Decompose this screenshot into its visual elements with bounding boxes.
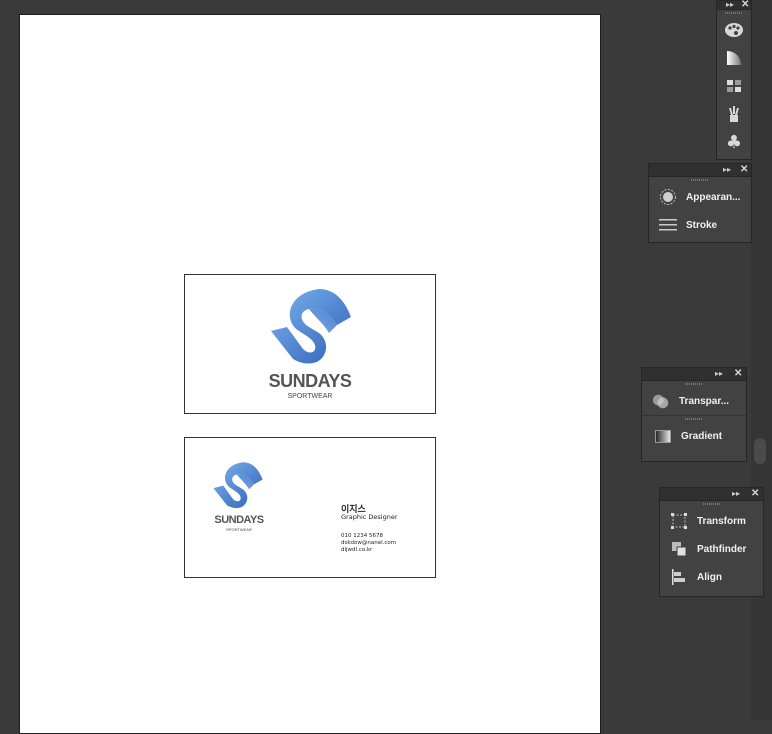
appearance-stroke-panel: ▸▸ ✕ Appearan... Stroke <box>648 163 752 243</box>
panel-tab-pathfinder[interactable]: Pathfinder <box>660 535 763 563</box>
pathfinder-icon <box>670 541 688 557</box>
pathfinder-label: Pathfinder <box>697 543 747 555</box>
align-label: Align <box>697 571 722 583</box>
close-icon[interactable]: ✕ <box>751 488 759 500</box>
website: dljwdl.co.kr <box>341 547 373 553</box>
close-icon[interactable]: ✕ <box>740 164 748 176</box>
gradient-icon <box>654 428 672 444</box>
close-icon[interactable]: ✕ <box>734 368 742 380</box>
transparency-gradient-panel: ▸▸ ✕ Transpar... Gradient <box>641 367 747 462</box>
business-card-front[interactable]: SUNDAYS SPORTWEAR <box>184 274 436 414</box>
gradient-swatch-icon[interactable] <box>717 44 751 72</box>
club-symbol-icon[interactable]: ♣ <box>717 128 751 156</box>
panel-header: ▸▸ ✕ <box>642 368 746 381</box>
align-icon <box>670 569 688 585</box>
panel-header: ▸▸ ✕ <box>717 0 751 10</box>
vertical-scrollbar[interactable] <box>751 0 772 720</box>
brand-tagline-small: SPORTWEAR <box>226 527 252 532</box>
tool-strip-panel: ▸▸ ✕ ♣ <box>716 0 752 160</box>
brand-name-small: SUNDAYS <box>214 514 264 526</box>
swatch-grid-icon[interactable] <box>717 72 751 100</box>
panel-tab-transform[interactable]: Transform <box>660 507 763 535</box>
brand-name: SUNDAYS <box>268 371 352 391</box>
stroke-icon <box>659 217 677 233</box>
brush-icon[interactable] <box>717 100 751 128</box>
email-address: dskdow@nanel.com <box>341 540 397 546</box>
panel-tab-stroke[interactable]: Stroke <box>649 211 751 239</box>
appearance-label: Appearan... <box>686 191 741 203</box>
collapse-icon[interactable]: ▸▸ <box>732 488 740 500</box>
panel-tab-gradient[interactable]: Gradient <box>642 422 746 450</box>
panel-grip[interactable] <box>642 415 746 422</box>
business-card-back[interactable]: SUNDAYS SPORTWEAR 이지스 Graphic Designer 0… <box>184 437 436 578</box>
scrollbar-thumb[interactable] <box>754 438 766 464</box>
panel-tab-transparency[interactable]: Transpar... <box>642 387 746 415</box>
panel-header: ▸▸ ✕ <box>660 488 763 501</box>
brand-tagline: SPORTWEAR <box>287 393 333 400</box>
panel-tab-appearance[interactable]: Appearan... <box>649 183 751 211</box>
palette-icon[interactable] <box>717 16 751 44</box>
transparency-label: Transpar... <box>679 395 730 407</box>
panel-tab-align[interactable]: Align <box>660 563 763 591</box>
panel-grip[interactable] <box>717 10 751 16</box>
gradient-label: Gradient <box>681 430 723 442</box>
collapse-icon[interactable]: ▸▸ <box>723 164 731 176</box>
transform-icon <box>670 513 688 529</box>
appearance-icon <box>659 189 677 205</box>
stroke-label: Stroke <box>686 219 718 231</box>
transparency-icon <box>652 393 670 409</box>
collapse-icon[interactable]: ▸▸ <box>715 368 723 380</box>
transform-pathfinder-align-panel: ▸▸ ✕ Transform Pathfinder Align <box>659 487 764 597</box>
sundays-logo-small <box>213 462 263 509</box>
panel-header: ▸▸ ✕ <box>649 164 751 177</box>
person-title: Graphic Designer <box>341 513 398 521</box>
transform-label: Transform <box>697 515 746 527</box>
phone-number: 010 1234 5678 <box>341 533 383 539</box>
sundays-logo <box>271 289 351 364</box>
